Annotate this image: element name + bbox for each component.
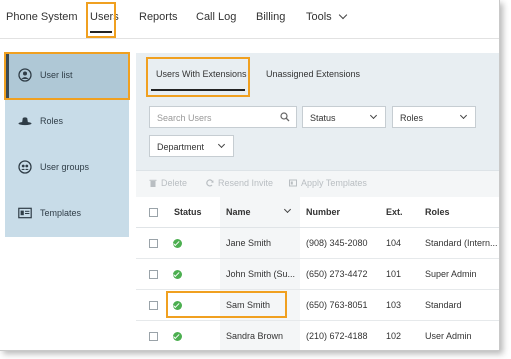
apply-templates-label: Apply Templates (301, 178, 367, 188)
nav-call-log[interactable]: Call Log (196, 11, 236, 23)
header-ext[interactable]: Ext. (386, 207, 403, 217)
search-placeholder: Search Users (157, 113, 212, 123)
department-dropdown[interactable]: Department (149, 135, 234, 157)
sidebar: User list Roles User groups Templates (4, 52, 130, 237)
highlight-user-list (4, 52, 130, 100)
cell-role: Standard (Intern... (425, 238, 498, 248)
cell-ext: 103 (386, 300, 402, 310)
trash-icon (149, 179, 157, 187)
cell-role: Super Admin (425, 269, 477, 279)
apply-templates-button[interactable]: Apply Templates (289, 178, 367, 188)
cell-ext: 104 (386, 238, 402, 248)
sidebar-item-user-groups[interactable]: User groups (5, 145, 129, 191)
filter-bar: Search Users Status Roles Department (136, 97, 499, 169)
chevron-down-icon (459, 111, 468, 120)
row-checkbox[interactable] (149, 301, 158, 310)
department-dropdown-label: Department (157, 142, 205, 152)
status-dropdown-label: Status (310, 113, 336, 123)
cell-role: Standard (425, 300, 462, 310)
highlight-nav-users (86, 2, 116, 38)
sidebar-item-label: User groups (40, 162, 90, 172)
search-icon (280, 112, 290, 122)
header-roles[interactable]: Roles (425, 207, 450, 217)
id-card-icon (18, 207, 32, 219)
sidebar-item-label: Roles (40, 116, 64, 126)
tab-unassigned-extensions[interactable]: Unassigned Extensions (266, 69, 360, 79)
chevron-down-icon (217, 140, 226, 149)
resend-invite-label: Resend Invite (218, 178, 274, 188)
status-ok-icon (173, 239, 182, 248)
cell-number: (650) 763-8051 (306, 300, 368, 310)
hat-icon (18, 117, 32, 126)
row-checkbox[interactable] (149, 332, 158, 341)
nav-tools[interactable]: Tools (306, 10, 347, 23)
roles-dropdown-label: Roles (400, 113, 424, 123)
template-icon (289, 179, 297, 187)
nav-billing[interactable]: Billing (256, 11, 285, 23)
sidebar-item-roles[interactable]: Roles (5, 99, 129, 145)
cell-ext: 101 (386, 269, 402, 279)
table-row[interactable]: Sandra Brown (210) 672-4188 102 User Adm… (136, 321, 499, 350)
cell-name[interactable]: John Smith (Su... (226, 269, 295, 279)
nav-reports[interactable]: Reports (139, 11, 178, 23)
top-nav: Phone System Users Reports Call Log Bill… (0, 0, 499, 39)
chevron-down-icon (338, 10, 347, 20)
search-input[interactable]: Search Users (149, 106, 297, 128)
cell-number: (210) 672-4188 (306, 331, 368, 341)
cell-name[interactable]: Sandra Brown (226, 331, 283, 341)
row-checkbox[interactable] (149, 270, 158, 279)
refresh-icon (206, 179, 214, 187)
app-window: Phone System Users Reports Call Log Bill… (0, 0, 500, 351)
sidebar-item-templates[interactable]: Templates (5, 191, 129, 237)
chevron-down-icon (369, 111, 378, 120)
header-name[interactable]: Name (226, 207, 251, 217)
users-group-icon (18, 160, 32, 174)
nav-tools-label: Tools (306, 11, 332, 23)
cell-name[interactable]: Jane Smith (226, 238, 271, 248)
chevron-down-icon[interactable] (283, 205, 292, 214)
status-ok-icon (173, 332, 182, 341)
select-all-checkbox[interactable] (149, 208, 158, 217)
cell-role: User Admin (425, 331, 472, 341)
status-ok-icon (173, 270, 182, 279)
cell-number: (908) 345-2080 (306, 238, 368, 248)
highlight-sam-smith-row (166, 291, 287, 318)
resend-invite-button[interactable]: Resend Invite (206, 178, 273, 188)
sidebar-item-label: Templates (40, 208, 82, 218)
table-row[interactable]: Jane Smith (908) 345-2080 104 Standard (… (136, 228, 499, 259)
cell-number: (650) 273-4472 (306, 269, 368, 279)
cell-ext: 102 (386, 331, 402, 341)
header-number[interactable]: Number (306, 207, 340, 217)
delete-button-label: Delete (161, 178, 188, 188)
table-row[interactable]: John Smith (Su... (650) 273-4472 101 Sup… (136, 259, 499, 290)
table-header: Status Name Number Ext. Roles (136, 197, 499, 228)
users-table: Status Name Number Ext. Roles Jane Smith… (136, 197, 499, 350)
nav-phone-system[interactable]: Phone System (6, 11, 78, 23)
highlight-tab (146, 57, 250, 97)
delete-button[interactable]: Delete (149, 178, 187, 188)
header-status[interactable]: Status (174, 207, 202, 217)
row-checkbox[interactable] (149, 239, 158, 248)
bulk-actions-toolbar: Delete Resend Invite Apply Templates (136, 170, 499, 198)
roles-dropdown[interactable]: Roles (392, 106, 476, 128)
status-dropdown[interactable]: Status (302, 106, 386, 128)
